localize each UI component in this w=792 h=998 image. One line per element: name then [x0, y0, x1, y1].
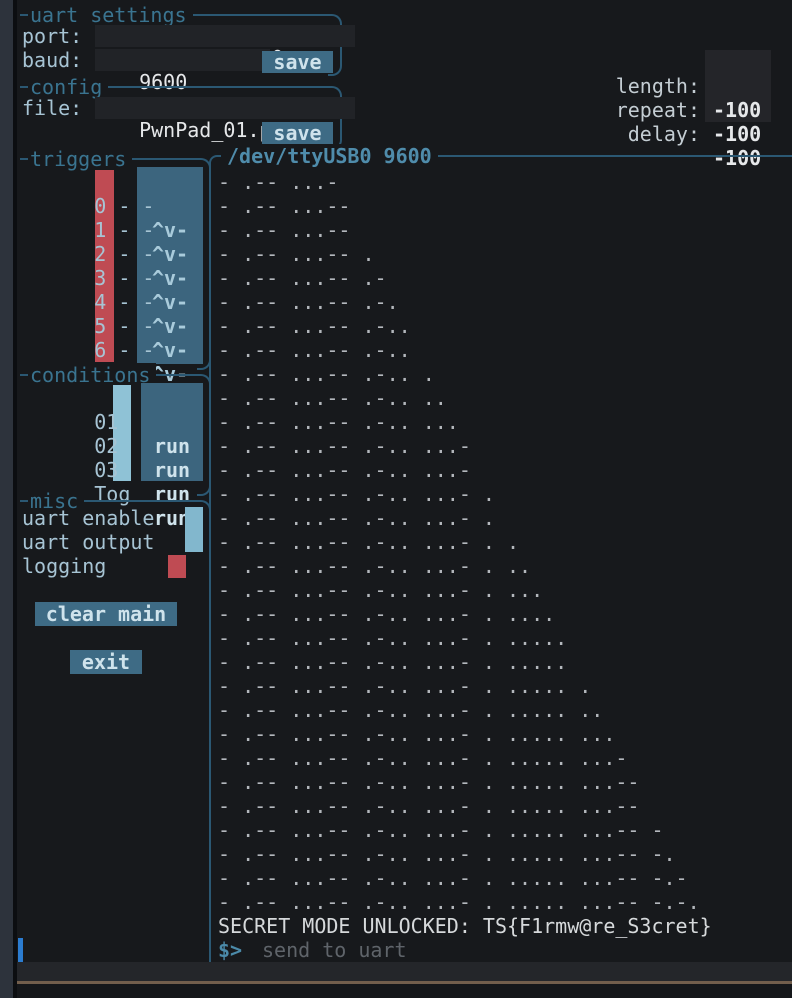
uart-morse-line: - .-- ...-- .-.. ...- . ..... .	[218, 674, 784, 698]
uart-morse-line: - .-- ...-- .-.. ..	[218, 386, 784, 410]
baud-input[interactable]: 9600	[95, 49, 270, 71]
uart-morse-line: - .-- ...--	[218, 194, 784, 218]
trigger-row: 3 - - ^v-	[22, 242, 207, 266]
trigger-rows: 0 - - ^v- 1 - - ^v- 2 - - ^v- 3 - - ^v- …	[22, 170, 207, 362]
bottom-status-strip	[17, 962, 792, 981]
uart-morse-line: - .-- ...-- .-.. .	[218, 362, 784, 386]
uart-output-lines: - .-- ...- - .-- ...-- - .-- ...-- - .--…	[218, 170, 784, 914]
uart-morse-line: - .-- ...-- .-.. ...- . ..... ...--	[218, 770, 784, 794]
bottom-outer-area	[17, 984, 792, 998]
baud-label: baud:	[22, 48, 82, 72]
uart-morse-line: - .-- ...-- .	[218, 242, 784, 266]
uart-morse-line: - .-- ...-- .-..	[218, 314, 784, 338]
misc-toggle-label[interactable]: uart enable	[22, 506, 192, 530]
port-label: port:	[22, 24, 82, 48]
condition-row: 03 run	[22, 434, 207, 458]
window-edge-separator	[13, 0, 17, 998]
uart-morse-line: - .-- ...-- .-.. ...- . ..... ...-	[218, 746, 784, 770]
uart-morse-line: - .-- ...-- .-.. ...-	[218, 458, 784, 482]
uart-enable-indicator[interactable]	[185, 507, 203, 552]
logging-indicator[interactable]	[168, 555, 186, 578]
prompt-symbol: $>	[218, 938, 242, 962]
uart-morse-line: - .-- ...-- .-.. ...- . ..	[218, 554, 784, 578]
condition-row: 02 run	[22, 410, 207, 434]
trigger-row: 5 - - ^v-	[22, 290, 207, 314]
uart-morse-line: - .-- ...-- .-.. ...- . ..... ...-- -.	[218, 842, 784, 866]
uart-morse-line: - .-- ...-- .-.. ...- .	[218, 482, 784, 506]
clear-main-button[interactable]: clear main	[35, 602, 177, 626]
uart-morse-line: - .-- ...--	[218, 218, 784, 242]
uart-morse-line: - .-- ...-- .-.. ...- . .....	[218, 626, 784, 650]
port-input[interactable]: /dev/ttyUSB0	[95, 25, 355, 47]
condition-rows: 01 run 02 run 03 run Tog run	[22, 386, 207, 482]
uart-morse-line: - .-- ...-- .-.. ...- .	[218, 506, 784, 530]
trigger-row: 1 - - ^v-	[22, 194, 207, 218]
uart-morse-line: - .-- ...-- .-.. ...-	[218, 434, 784, 458]
exit-button[interactable]: exit	[70, 650, 142, 674]
uart-morse-line: - .-- ...-- .-.. ...- . ....	[218, 602, 784, 626]
uart-morse-line: - .-- ...-- .-	[218, 266, 784, 290]
trigger-row: 4 - - ^v-	[22, 266, 207, 290]
param-row: delay: -100	[560, 98, 792, 122]
send-to-uart-input[interactable]	[262, 938, 662, 962]
app-window: { "colors": { "background": "#17191c", "…	[0, 0, 792, 998]
trigger-row: 6 - - ^v-	[22, 314, 207, 338]
condition-row: Tog run	[22, 458, 207, 482]
trigger-row: 0 - - ^v-	[22, 170, 207, 194]
misc-toggle-label[interactable]: uart output	[22, 530, 192, 554]
file-input[interactable]: PwnPad_01.py	[95, 97, 355, 119]
uart-morse-line: - .-- ...-- .-.. ...- . ..... ...--	[218, 794, 784, 818]
param-row: length: -100	[560, 50, 792, 74]
file-label: file:	[22, 96, 82, 120]
misc-toggle-labels: uart enable uart output logging	[22, 506, 192, 578]
conditions-title: conditions	[28, 363, 156, 387]
uart-morse-line: - .-- ...-- .-.. ...- . .....	[218, 650, 784, 674]
misc-toggle-label[interactable]: logging	[22, 554, 192, 578]
uart-morse-line: - .-- ...-- .-.. ...- . .	[218, 530, 784, 554]
trigger-row: 2 - - ^v-	[22, 218, 207, 242]
uart-morse-line: - .-- ...-- .-..	[218, 338, 784, 362]
uart-save-button[interactable]: save	[262, 51, 333, 73]
trigger-row: 7 - - ^v-	[22, 338, 207, 362]
uart-morse-line: - .-- ...-- .-.. ...- . ..... ...	[218, 722, 784, 746]
uart-morse-line: - .-- ...-- .-.. ...- . ..... ...-- -.-.	[218, 890, 784, 914]
window-left-edge	[0, 0, 13, 998]
param-value-input[interactable]: -100	[713, 122, 773, 146]
config-save-button[interactable]: save	[262, 122, 333, 144]
uart-morse-line: - .-- ...-	[218, 170, 784, 194]
uart-morse-line: - .-- ...-- .-.. ...- . ..... ..	[218, 698, 784, 722]
param-row: repeat: -100	[560, 74, 792, 98]
secret-mode-line: SECRET MODE UNLOCKED: TS{F1rmw@re_S3cret…	[218, 914, 712, 938]
condition-row: 01 run	[22, 386, 207, 410]
triggers-title: triggers	[28, 147, 132, 171]
param-label: delay:	[560, 122, 700, 146]
uart-morse-line: - .-- ...-- .-.. ...- . ..... ...-- -.-	[218, 866, 784, 890]
uart-morse-line: - .-- ...-- .-.	[218, 290, 784, 314]
scroll-handle[interactable]	[18, 938, 23, 962]
uart-output-title: /dev/ttyUSB0 9600	[221, 144, 438, 168]
params-fields: length: -100 repeat: -100 delay: -100	[560, 50, 792, 122]
uart-morse-line: - .-- ...-- .-.. ...- . ...	[218, 578, 784, 602]
uart-morse-line: - .-- ...-- .-.. ...	[218, 410, 784, 434]
uart-morse-line: - .-- ...-- .-.. ...- . ..... ...-- -	[218, 818, 784, 842]
